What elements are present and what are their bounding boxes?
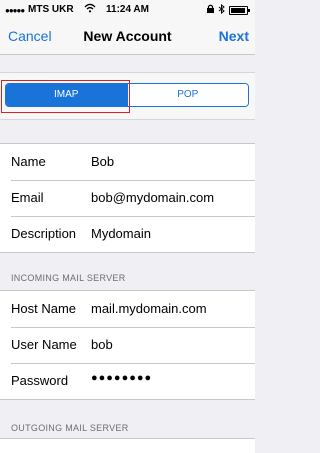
email-row[interactable]: Email bob@mydomain.com [0,180,255,216]
name-label: Name [11,154,46,169]
battery-icon [229,6,250,15]
name-row[interactable]: Name Bob [0,144,255,180]
incoming-mail-server-header: INCOMING MAIL SERVER [11,273,126,283]
battery-tip [248,9,250,12]
bluetooth-icon [218,3,225,16]
email-field[interactable]: bob@mydomain.com [91,190,214,205]
host-name-field[interactable]: mail.mydomain.com [91,301,207,316]
password-label: Password [11,373,69,388]
host-name-label: Host Name [11,301,77,316]
description-label: Description [11,226,77,241]
incoming-server-group: Host Name mail.mydomain.com User Name bo… [0,290,255,400]
password-field[interactable]: ●●●●●●●● [91,372,152,384]
status-bar: ●●●●● MTS UKR 11:24 AM [0,0,255,20]
page-title: New Account [83,28,172,44]
status-time: 11:24 AM [106,4,149,15]
outgoing-server-group [0,438,255,453]
user-name-label: User Name [11,337,77,352]
outgoing-mail-server-header: OUTGOING MAIL SERVER [11,423,129,433]
email-label: Email [11,190,44,205]
imap-highlight-box [1,80,130,113]
battery-fill [231,8,245,13]
name-field[interactable]: Bob [91,154,114,169]
pop-segment[interactable]: POP [126,84,248,106]
description-field[interactable]: Mydomain [91,226,151,241]
next-button[interactable]: Next [219,28,249,44]
password-row[interactable]: Password ●●●●●●●● [0,363,255,399]
host-name-row[interactable]: Host Name mail.mydomain.com [0,291,255,327]
account-info-group: Name Bob Email bob@mydomain.com Descript… [0,143,255,253]
lock-rotation-icon [206,4,215,16]
navigation-bar: Cancel New Account Next [0,20,255,55]
user-name-field[interactable]: bob [91,337,113,352]
user-name-row[interactable]: User Name bob [0,327,255,363]
description-row[interactable]: Description Mydomain [0,216,255,252]
